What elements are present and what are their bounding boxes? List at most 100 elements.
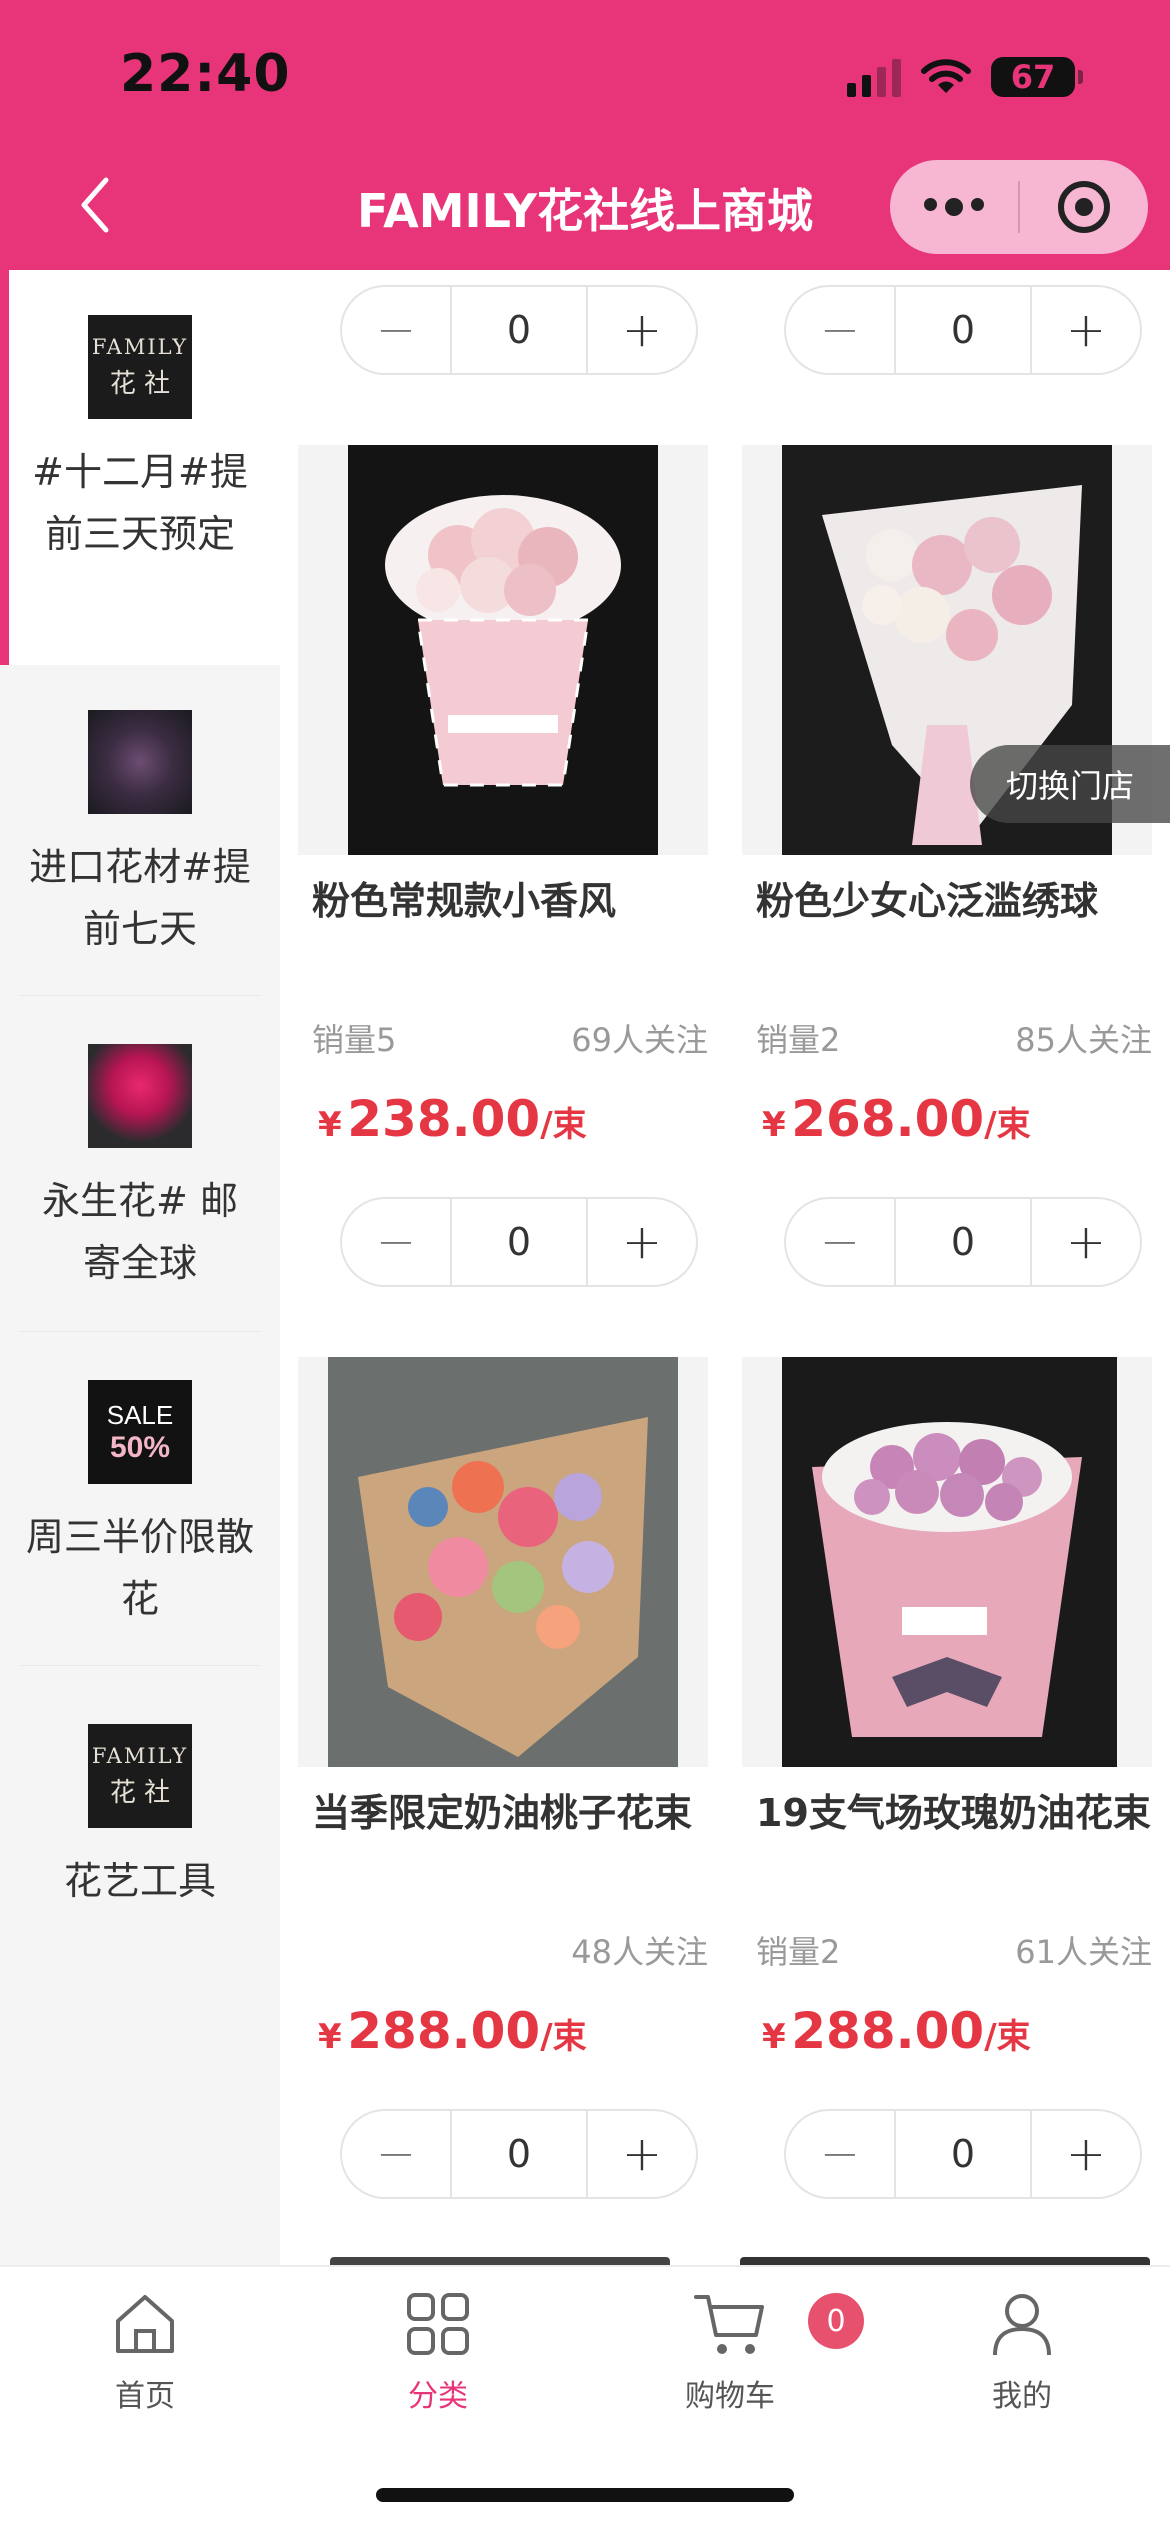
product-name[interactable]: 19支气场玫瑰奶油花束 (756, 1782, 1156, 1837)
tab-label: 我的 (992, 2379, 1052, 2414)
quantity-value[interactable]: 0 (450, 2111, 588, 2197)
product-name[interactable]: 粉色常规款小香风 (312, 870, 732, 925)
product-followers: 85人关注 (1015, 1021, 1152, 1059)
tab-home[interactable]: 首页 (45, 2289, 245, 2415)
quantity-stepper[interactable]: − 0 + (784, 2109, 1142, 2199)
tab-label: 分类 (408, 2379, 468, 2414)
quantity-stepper[interactable]: − 0 + (784, 1197, 1142, 1287)
quantity-value[interactable]: 0 (450, 287, 588, 373)
currency-symbol: ¥ (318, 1105, 342, 1145)
tab-mine[interactable]: 我的 (922, 2289, 1122, 2415)
price-unit: /束 (540, 2017, 587, 2057)
thumb-text: 花 社 (109, 368, 171, 399)
quantity-value[interactable]: 0 (894, 287, 1032, 373)
product-image[interactable] (742, 1357, 1152, 1767)
thumb-text: SALE (106, 1399, 174, 1430)
quantity-stepper[interactable]: − 0 + (340, 2109, 698, 2199)
grid-icon (407, 2293, 469, 2355)
pink-roses-thumbnail (88, 1044, 192, 1148)
app-header: 22:40 67 FAMILY花社线上商城 (0, 0, 1170, 270)
decrement-button[interactable]: − (786, 287, 894, 373)
increment-button[interactable]: + (1032, 2111, 1140, 2197)
decrement-button[interactable]: − (342, 1199, 450, 1285)
bouquet-illustration (742, 1357, 1152, 1767)
price-value: 238.00 (347, 1090, 541, 1148)
next-product-image-peek (330, 2257, 670, 2265)
product-followers: 69人关注 (571, 1021, 708, 1059)
currency-symbol: ¥ (318, 2017, 342, 2057)
mini-program-capsule (890, 160, 1148, 254)
product-sales: 销量5 (312, 1021, 397, 1059)
more-icon[interactable] (890, 198, 1018, 216)
sidebar-item-december[interactable]: FAMILY 花 社 #十二月#提前三天预定 (0, 270, 280, 665)
product-followers: 48人关注 (571, 1933, 708, 1971)
increment-button[interactable]: + (1032, 287, 1140, 373)
decrement-button[interactable]: − (342, 2111, 450, 2197)
tab-label: 购物车 (685, 2379, 775, 2414)
increment-button[interactable]: + (1032, 1199, 1140, 1285)
next-product-image-peek (740, 2257, 1150, 2265)
home-icon (116, 2295, 174, 2353)
price-unit: /束 (984, 1105, 1031, 1145)
thumb-text: FAMILY (91, 334, 189, 359)
tab-cart[interactable]: 购物车 (630, 2289, 830, 2415)
price-unit: /束 (540, 1105, 587, 1145)
price-value: 288.00 (791, 2002, 985, 2060)
product-grid: − 0 + − 0 + 粉色常规款小香风 销量5 69人关注 ¥ 238.00/… (280, 270, 1170, 2265)
sidebar-item-label: 花艺工具 (63, 1859, 216, 1903)
product-followers: 61人关注 (1015, 1933, 1152, 1971)
quantity-value[interactable]: 0 (894, 2111, 1032, 2197)
cart-count-badge: 0 (808, 2293, 864, 2349)
price-value: 288.00 (347, 2002, 541, 2060)
currency-symbol: ¥ (762, 1105, 786, 1145)
sidebar-item-imported[interactable]: 进口花材#提前七天 (0, 665, 280, 995)
active-indicator (0, 270, 9, 665)
family-logo-thumbnail: FAMILY 花 社 (88, 315, 192, 419)
product-name[interactable]: 当季限定奶油桃子花束 (312, 1782, 712, 1837)
close-miniprogram-button[interactable] (1020, 181, 1148, 233)
sidebar-item-label: 进口花材#提前七天 (29, 845, 251, 951)
thumb-text: 花 社 (109, 1777, 171, 1808)
purple-roses-thumbnail (88, 710, 192, 814)
bouquet-illustration (298, 1357, 708, 1767)
sidebar-item-label: 永生花# 邮寄全球 (42, 1179, 238, 1285)
price-value: 268.00 (791, 1090, 985, 1148)
battery-icon: 67 (991, 57, 1083, 97)
increment-button[interactable]: + (588, 287, 696, 373)
thumb-text: 50% (109, 1430, 171, 1464)
quantity-stepper[interactable]: − 0 + (340, 1197, 698, 1287)
product-price: ¥ 288.00/束 (318, 2002, 587, 2060)
price-unit: /束 (984, 2017, 1031, 2057)
tab-label: 首页 (115, 2379, 175, 2414)
product-image[interactable] (298, 445, 708, 855)
signal-icon (847, 57, 901, 97)
wifi-icon (921, 59, 971, 93)
decrement-button[interactable]: − (786, 1199, 894, 1285)
product-sales: 销量2 (756, 1933, 841, 1971)
bouquet-illustration (298, 445, 708, 855)
sidebar-item-wednesday-sale[interactable]: SALE 50% 周三半价限散花 (0, 1332, 280, 1665)
status-icons: 67 (847, 52, 1083, 102)
sidebar-item-preserved[interactable]: 永生花# 邮寄全球 (0, 996, 280, 1331)
increment-button[interactable]: + (588, 1199, 696, 1285)
increment-button[interactable]: + (588, 2111, 696, 2197)
sale-thumbnail: SALE 50% (88, 1380, 192, 1484)
product-price: ¥ 288.00/束 (762, 2002, 1031, 2060)
decrement-button[interactable]: − (342, 287, 450, 373)
quantity-value[interactable]: 0 (894, 1199, 1032, 1285)
product-name[interactable]: 粉色少女心泛滥绣球 (756, 870, 1156, 925)
sidebar-item-tools[interactable]: FAMILY 花 社 花艺工具 (0, 1666, 280, 1926)
sidebar-item-label: #十二月#提前三天预定 (32, 450, 248, 556)
decrement-button[interactable]: − (786, 2111, 894, 2197)
quantity-stepper[interactable]: − 0 + (340, 285, 698, 375)
switch-store-button[interactable]: 切换门店 (970, 745, 1170, 823)
quantity-stepper[interactable]: − 0 + (784, 285, 1142, 375)
product-price: ¥ 238.00/束 (318, 1090, 587, 1148)
tab-category[interactable]: 分类 (338, 2289, 538, 2415)
product-image[interactable] (298, 1357, 708, 1767)
product-sales: 销量2 (756, 1021, 841, 1059)
currency-symbol: ¥ (762, 2017, 786, 2057)
family-logo-thumbnail: FAMILY 花 社 (88, 1724, 192, 1828)
quantity-value[interactable]: 0 (450, 1199, 588, 1285)
user-icon (993, 2294, 1051, 2356)
